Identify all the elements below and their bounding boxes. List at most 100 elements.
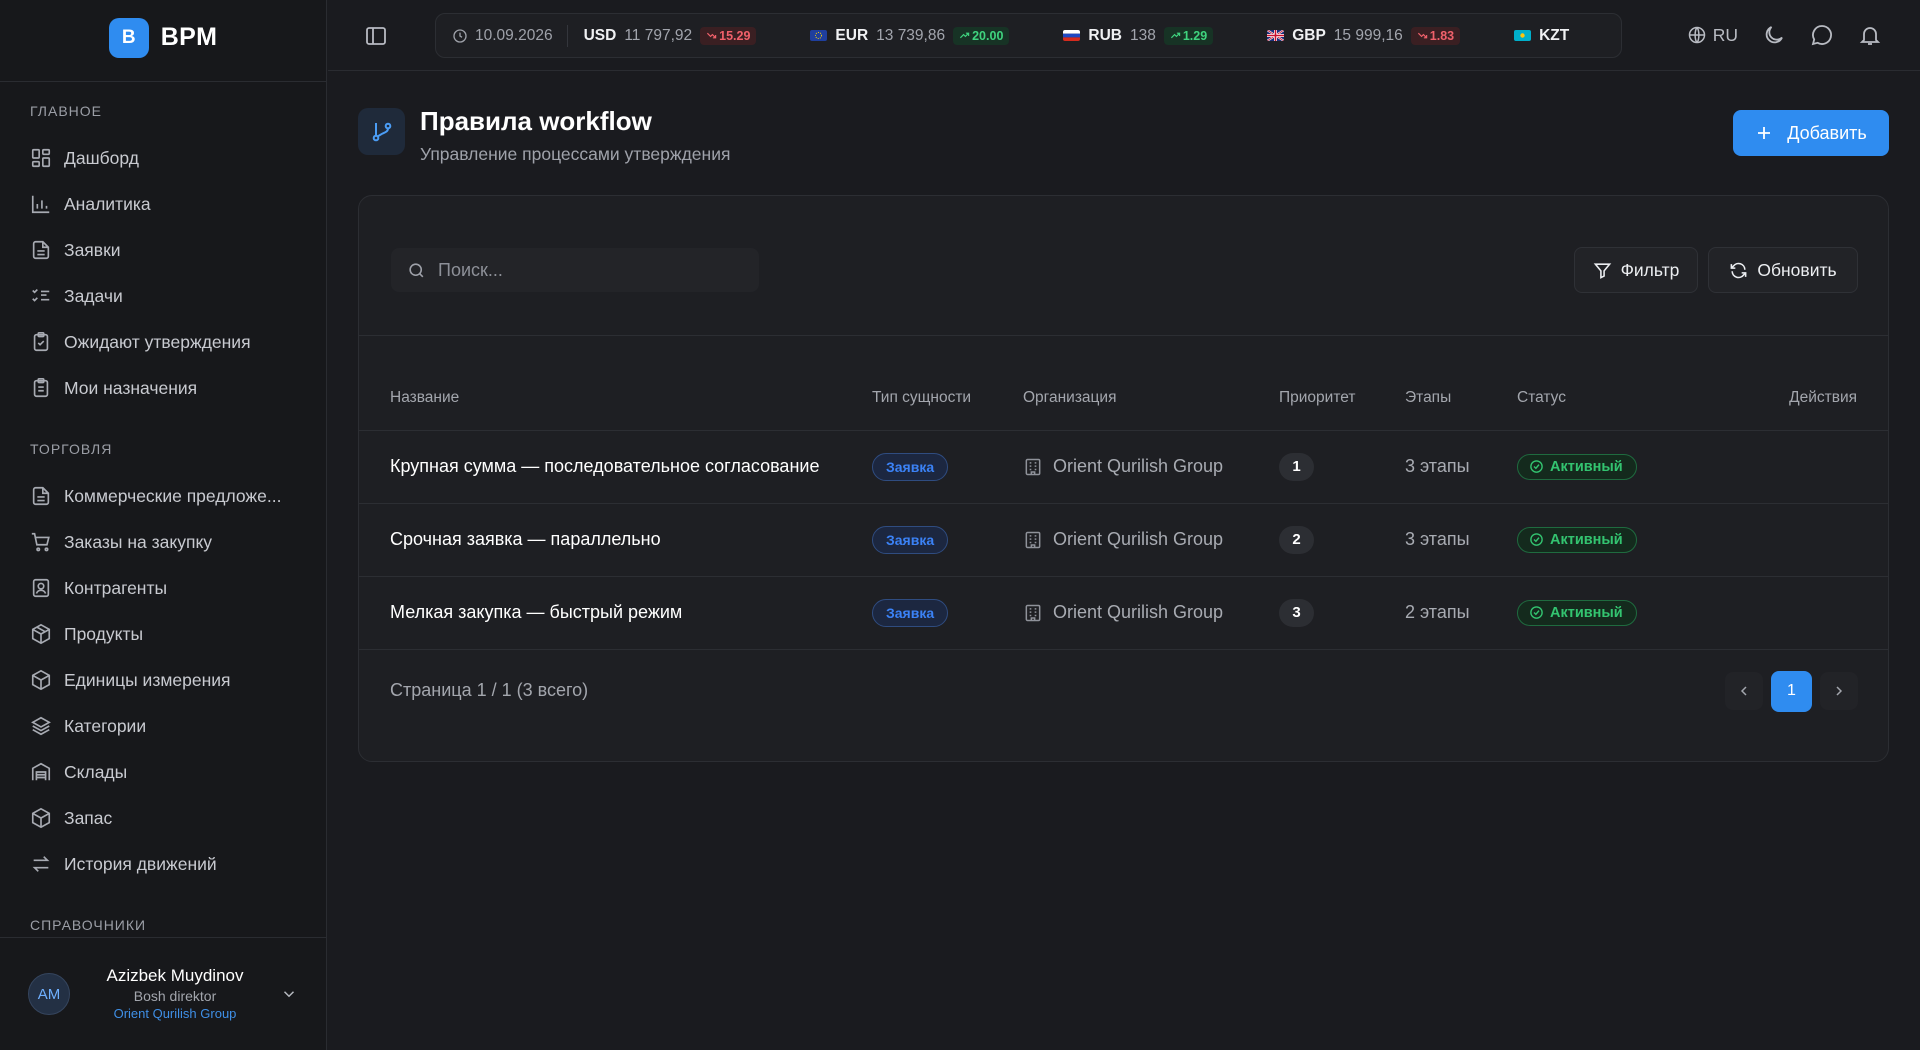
- row-actions[interactable]: [1717, 576, 1888, 650]
- sidebar-item-categories[interactable]: Категории: [30, 703, 326, 749]
- page-button-current[interactable]: 1: [1771, 670, 1812, 712]
- brand[interactable]: B BPM: [0, 0, 326, 82]
- page-subtitle: Управление процессами утверждения: [420, 144, 731, 164]
- bell-icon[interactable]: [1858, 23, 1882, 47]
- check-circle-icon: [1530, 606, 1543, 619]
- sidebar-item-products[interactable]: Продукты: [30, 611, 326, 657]
- ru-flag-icon: [1063, 30, 1081, 41]
- sidebar-item-movement-history[interactable]: История движений: [30, 841, 326, 887]
- list-checks-icon: [32, 288, 50, 302]
- column-header-status[interactable]: Статус: [1517, 336, 1717, 431]
- prev-page-button[interactable]: [1725, 672, 1763, 710]
- sidebar-nav[interactable]: ГЛАВНОЕ Дашборд Аналитика Заявки Задачи …: [0, 83, 326, 936]
- refresh-button[interactable]: Обновить: [1708, 247, 1858, 293]
- rate-gbp: GBP 15 999,16 1.83: [1267, 26, 1461, 45]
- sidebar-item-label: Запас: [64, 807, 113, 828]
- rate-change: 1.83: [1429, 28, 1455, 43]
- sidebar-item-tasks[interactable]: Задачи: [30, 273, 326, 319]
- topbar: 10.09.2026 USD 11 797,92 15.29 EUR 13 73…: [328, 0, 1920, 71]
- sidebar-item-label: Заявки: [64, 239, 121, 260]
- clock-icon: [453, 28, 467, 43]
- search-input[interactable]: [438, 259, 738, 281]
- user-info: Azizbek Muydinov Bosh direktor Orient Qu…: [70, 966, 280, 1023]
- sidebar-item-label: Коммерческие предложе...: [64, 485, 282, 506]
- sidebar-item-pending-approval[interactable]: Ожидают утверждения: [30, 319, 326, 365]
- sidebar-item-counterparties[interactable]: Контрагенты: [30, 565, 326, 611]
- add-button[interactable]: Добавить: [1733, 110, 1889, 156]
- layers-icon: [31, 716, 51, 736]
- sidebar-item-warehouses[interactable]: Склады: [30, 749, 326, 795]
- rate-value: 13 739,86: [876, 26, 946, 44]
- document-icon: [32, 486, 50, 506]
- dashboard-icon: [31, 148, 51, 168]
- row-actions[interactable]: [1717, 503, 1888, 577]
- language-switcher[interactable]: RU: [1687, 25, 1738, 46]
- trend-up-icon: [1170, 32, 1181, 39]
- status-badge: Активный: [1517, 453, 1637, 480]
- nav-section-title: СПРАВОЧНИКИ: [30, 917, 147, 933]
- row-actions[interactable]: [1717, 430, 1888, 504]
- box-icon: [31, 669, 51, 691]
- warehouse-icon: [31, 762, 51, 781]
- page-header: Правила workflow Управление процессами у…: [358, 108, 730, 165]
- search-icon: [409, 262, 424, 277]
- box-icon: [31, 623, 51, 645]
- user-name: Azizbek Muydinov: [106, 965, 244, 985]
- plus-icon: [1758, 127, 1771, 139]
- sidebar-item-requests[interactable]: Заявки: [30, 227, 326, 273]
- workflow-rules-card: Фильтр Обновить Название Тип сущности Ор…: [358, 195, 1889, 762]
- add-button-label: Добавить: [1787, 122, 1867, 143]
- page-title: Правила workflow: [420, 106, 652, 136]
- refresh-icon: [1730, 262, 1747, 278]
- column-header-name[interactable]: Название: [359, 336, 872, 431]
- column-header-entity-type[interactable]: Тип сущности: [872, 336, 1023, 431]
- trend-down-icon: [1417, 32, 1427, 39]
- organization-cell: Orient Qurilish Group: [1023, 602, 1279, 623]
- arrows-exchange-icon: [32, 856, 50, 872]
- gb-flag-icon: [1267, 30, 1285, 41]
- sidebar-item-label: Заказы на закупку: [64, 531, 213, 552]
- rate-rub: RUB 138 1.29: [1063, 26, 1214, 45]
- column-header-stages[interactable]: Этапы: [1405, 336, 1517, 431]
- avatar: AM: [28, 973, 70, 1015]
- sidebar-item-label: История движений: [64, 853, 217, 874]
- sidebar-item-dashboard[interactable]: Дашборд: [30, 135, 326, 181]
- moon-icon[interactable]: [1762, 23, 1786, 47]
- kz-flag-icon: [1514, 30, 1532, 41]
- priority-badge: 2: [1279, 525, 1314, 554]
- rate-change: 15.29: [719, 28, 751, 43]
- table-row[interactable]: Крупная сумма — последовательное согласо…: [359, 430, 1888, 504]
- rate-kzt: KZT: [1514, 27, 1569, 45]
- sidebar-toggle-icon[interactable]: [364, 24, 388, 48]
- language-code: RU: [1712, 24, 1738, 45]
- sidebar-item-purchase-orders[interactable]: Заказы на закупку: [30, 519, 326, 565]
- rate-code: KZT: [1539, 26, 1570, 44]
- user-menu[interactable]: AM Azizbek Muydinov Bosh direktor Orient…: [0, 937, 326, 1050]
- sidebar-item-stock[interactable]: Запас: [30, 795, 326, 841]
- sidebar-item-label: Продукты: [64, 623, 144, 644]
- sidebar-item-commercial-offers[interactable]: Коммерческие предложе...: [30, 473, 326, 519]
- chat-icon[interactable]: [1810, 23, 1834, 47]
- nav-section-main: ГЛАВНОЕ Дашборд Аналитика Заявки Задачи …: [0, 83, 326, 411]
- rate-code: USD: [583, 26, 617, 44]
- column-header-priority[interactable]: Приоритет: [1279, 336, 1405, 431]
- sidebar-item-label: Задачи: [64, 285, 123, 306]
- next-page-button[interactable]: [1820, 672, 1858, 710]
- filter-button-label: Фильтр: [1620, 259, 1680, 280]
- chevron-down-icon[interactable]: [280, 985, 298, 1003]
- priority-badge: 1: [1279, 452, 1314, 481]
- rate-code: GBP: [1292, 26, 1326, 44]
- filter-button[interactable]: Фильтр: [1574, 247, 1698, 293]
- search-box[interactable]: [391, 248, 759, 292]
- clipboard-check-icon: [33, 332, 49, 352]
- sidebar-item-analytics[interactable]: Аналитика: [30, 181, 326, 227]
- sidebar-item-label: Склады: [64, 761, 128, 782]
- table-toolbar: Фильтр Обновить: [359, 196, 1888, 336]
- table-row[interactable]: Мелкая закупка — быстрый режим Заявка Or…: [359, 576, 1888, 650]
- sidebar-item-units[interactable]: Единицы измерения: [30, 657, 326, 703]
- table-row[interactable]: Срочная заявка — параллельно Заявка Orie…: [359, 503, 1888, 577]
- column-header-organization[interactable]: Организация: [1023, 336, 1279, 431]
- nav-section-title: ГЛАВНОЕ: [30, 103, 102, 119]
- eu-flag-icon: [810, 30, 828, 41]
- sidebar-item-my-assignments[interactable]: Мои назначения: [30, 365, 326, 411]
